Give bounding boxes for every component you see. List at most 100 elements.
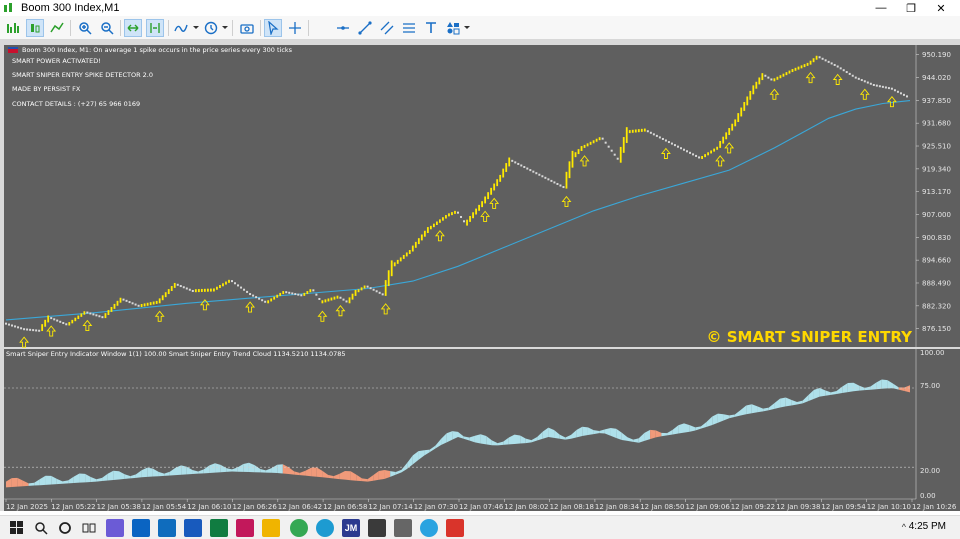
bull-candle <box>815 55 818 60</box>
bull-candle <box>487 192 490 200</box>
chart-shift-icon[interactable] <box>146 19 164 37</box>
store-icon[interactable] <box>368 519 386 537</box>
bear-candle <box>53 318 56 321</box>
tray-chevron-icon[interactable]: ^ <box>902 522 906 532</box>
bull-candle <box>210 288 212 292</box>
bull-candle <box>306 291 309 295</box>
info-line-1: SMART POWER ACTIVATED! <box>12 57 101 65</box>
bear-candle <box>315 293 318 296</box>
time-tick-label: 12 Jan 09:22 <box>731 503 775 511</box>
bear-candle <box>863 80 866 83</box>
bear-candle <box>264 300 267 303</box>
bull-candle <box>451 212 453 216</box>
cloud-segment <box>79 473 86 483</box>
cloud-segment <box>11 477 18 487</box>
bear-candle <box>667 141 670 144</box>
maps-icon[interactable] <box>446 519 464 537</box>
bull-candle <box>761 73 764 81</box>
bull-candle <box>80 313 83 317</box>
bear-candle <box>297 293 300 296</box>
bull-candle <box>490 187 493 195</box>
settings-icon[interactable] <box>394 519 412 537</box>
bull-candle <box>493 183 496 191</box>
cortana-icon[interactable] <box>56 519 74 537</box>
bull-candle <box>707 152 710 156</box>
bull-candle <box>445 215 447 219</box>
chart-header: Boom 300 Index, M1: On average 1 spike o… <box>22 46 293 54</box>
indicators-icon[interactable] <box>172 19 190 37</box>
trend-line-icon[interactable] <box>356 19 374 37</box>
bull-candle <box>44 319 47 327</box>
bear-candle <box>601 137 604 140</box>
zoom-in-icon[interactable] <box>76 19 94 37</box>
start-icon[interactable] <box>8 519 26 537</box>
line-chart-icon[interactable] <box>48 19 66 37</box>
zoom-out-icon[interactable] <box>98 19 116 37</box>
search-icon[interactable] <box>32 519 50 537</box>
telegram-icon[interactable] <box>420 519 438 537</box>
shapes-icon[interactable] <box>444 19 462 37</box>
bear-candle <box>848 72 851 75</box>
bull-candle <box>390 260 393 277</box>
bull-candle <box>496 179 499 187</box>
bear-candle <box>845 71 848 74</box>
bull-candle <box>402 254 405 259</box>
bear-candle <box>231 280 233 283</box>
bull-candle <box>583 144 586 148</box>
bear-candle <box>381 293 384 296</box>
excel-icon[interactable] <box>210 519 228 537</box>
bull-candle <box>330 297 333 301</box>
bear-candle <box>65 323 68 326</box>
bull-candle <box>481 201 484 208</box>
candlestick-icon[interactable] <box>26 19 44 37</box>
channel-icon[interactable] <box>378 19 396 37</box>
bear-candle <box>689 151 692 154</box>
chart-canvas[interactable]: 950.190 944.020 937.850 931.680 925.510 919.3… <box>0 40 960 511</box>
screenshot-icon[interactable] <box>238 19 256 37</box>
time-tick-label: 12 Jan 06:10 <box>187 503 231 511</box>
bull-candle <box>116 300 119 306</box>
outlook-icon[interactable] <box>158 519 176 537</box>
periods-icon[interactable] <box>202 19 220 37</box>
bull-candle <box>773 78 776 82</box>
mail-icon[interactable] <box>132 519 150 537</box>
fibonacci-icon[interactable] <box>400 19 418 37</box>
task-view-icon[interactable] <box>80 519 98 537</box>
bear-candle <box>550 179 553 182</box>
time-tick-label: 12 Jan 08:02 <box>504 503 548 511</box>
bull-candle <box>146 302 149 306</box>
bull-candle <box>740 107 743 117</box>
cloud-segment <box>881 379 888 389</box>
bear-candle <box>818 56 821 59</box>
bull-candle <box>170 286 173 291</box>
level-100: 100.00 <box>920 349 945 357</box>
chart-window[interactable]: 950.190 944.020 937.850 931.680 925.510 919.3… <box>0 40 960 511</box>
bear-candle <box>860 79 863 82</box>
cursor-icon[interactable] <box>264 19 282 37</box>
text-icon[interactable] <box>422 19 440 37</box>
photos-icon[interactable] <box>262 519 280 537</box>
bull-candle <box>173 282 176 288</box>
chrome-icon[interactable] <box>290 519 308 537</box>
bear-candle <box>836 65 839 68</box>
close-button[interactable]: ✕ <box>926 0 956 16</box>
bull-candle <box>158 298 161 304</box>
bear-candle <box>62 322 65 325</box>
bear-candle <box>676 145 679 148</box>
bull-candle <box>149 302 152 306</box>
bull-candle <box>800 65 803 69</box>
bull-candle <box>107 310 110 316</box>
bull-candle <box>580 146 583 151</box>
crosshair-icon[interactable] <box>286 19 304 37</box>
copilot-icon[interactable] <box>106 519 124 537</box>
media-icon[interactable] <box>236 519 254 537</box>
minimize-button[interactable]: — <box>866 0 896 16</box>
edge-icon[interactable] <box>316 519 334 537</box>
horizontal-line-icon[interactable] <box>334 19 352 37</box>
new-order-icon[interactable] <box>4 19 22 37</box>
autoscroll-icon[interactable] <box>124 19 142 37</box>
mt5-icon[interactable]: JM <box>342 519 360 537</box>
restore-button[interactable]: ❐ <box>896 0 926 16</box>
word-icon[interactable] <box>184 519 202 537</box>
bear-candle <box>884 86 887 89</box>
